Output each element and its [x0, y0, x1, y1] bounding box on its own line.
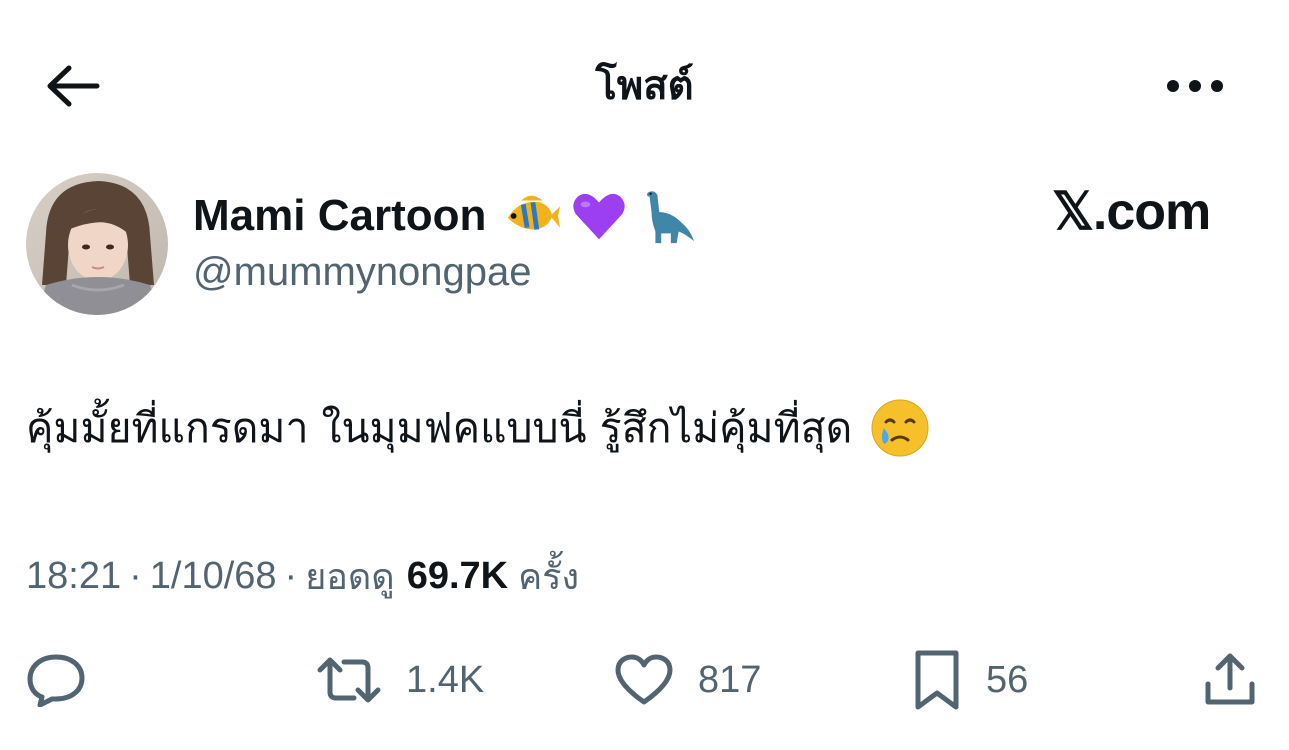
more-horizontal-icon: [1167, 80, 1223, 92]
post-text-content: คุ้มมั้ยที่แกรดมา ในมุมฟคแบบนี่ รู้สึกไม…: [26, 404, 853, 452]
post-date[interactable]: 1/10/68: [150, 555, 277, 598]
face-holding-back-tears-icon: [871, 399, 929, 457]
post-time[interactable]: 18:21: [26, 555, 121, 598]
purple-heart-icon: [573, 193, 626, 240]
profile-photo-icon: [26, 173, 168, 315]
tropical-fish-icon: [508, 195, 561, 230]
more-options-button[interactable]: [1160, 60, 1230, 112]
author-name-row: Mami Cartoon: [193, 180, 696, 252]
avatar[interactable]: [26, 173, 168, 315]
post-meta: 18:21 · 1/10/68 · ยอดดู 69.7K ครั้ง: [26, 548, 579, 604]
share-button[interactable]: [1200, 648, 1260, 712]
retweet-count: 1.4K: [406, 658, 485, 701]
heart-icon: [615, 654, 673, 705]
author-handle[interactable]: @mummynongpae: [193, 250, 532, 295]
share-icon: [1205, 653, 1255, 705]
bookmark-button[interactable]: 56: [912, 648, 1028, 712]
post-text: คุ้มมั้ยที่แกรดมา ในมุมฟคแบบนี่ รู้สึกไม…: [26, 388, 930, 468]
views-suffix: ครั้ง: [518, 556, 580, 598]
sauropod-icon: [647, 191, 695, 244]
bookmark-icon: [915, 650, 959, 710]
bookmark-count: 56: [986, 658, 1029, 701]
retweet-icon: [317, 657, 381, 703]
like-button[interactable]: 817: [614, 648, 761, 712]
x-com-watermark: 𝕏.com: [1052, 183, 1211, 241]
views-label: ยอดดู: [305, 556, 395, 598]
like-count: 817: [698, 658, 762, 701]
meta-separator: ·: [284, 554, 298, 597]
back-button[interactable]: [38, 56, 106, 116]
reply-icon: [27, 654, 85, 707]
retweet-button[interactable]: 1.4K: [316, 648, 484, 712]
meta-separator: ·: [129, 554, 142, 597]
reply-button[interactable]: [26, 648, 86, 712]
views-count[interactable]: 69.7K: [407, 555, 508, 598]
display-name[interactable]: Mami Cartoon: [193, 191, 486, 241]
arrow-left-icon: [47, 65, 100, 107]
page-title: โพสต์: [595, 63, 694, 109]
